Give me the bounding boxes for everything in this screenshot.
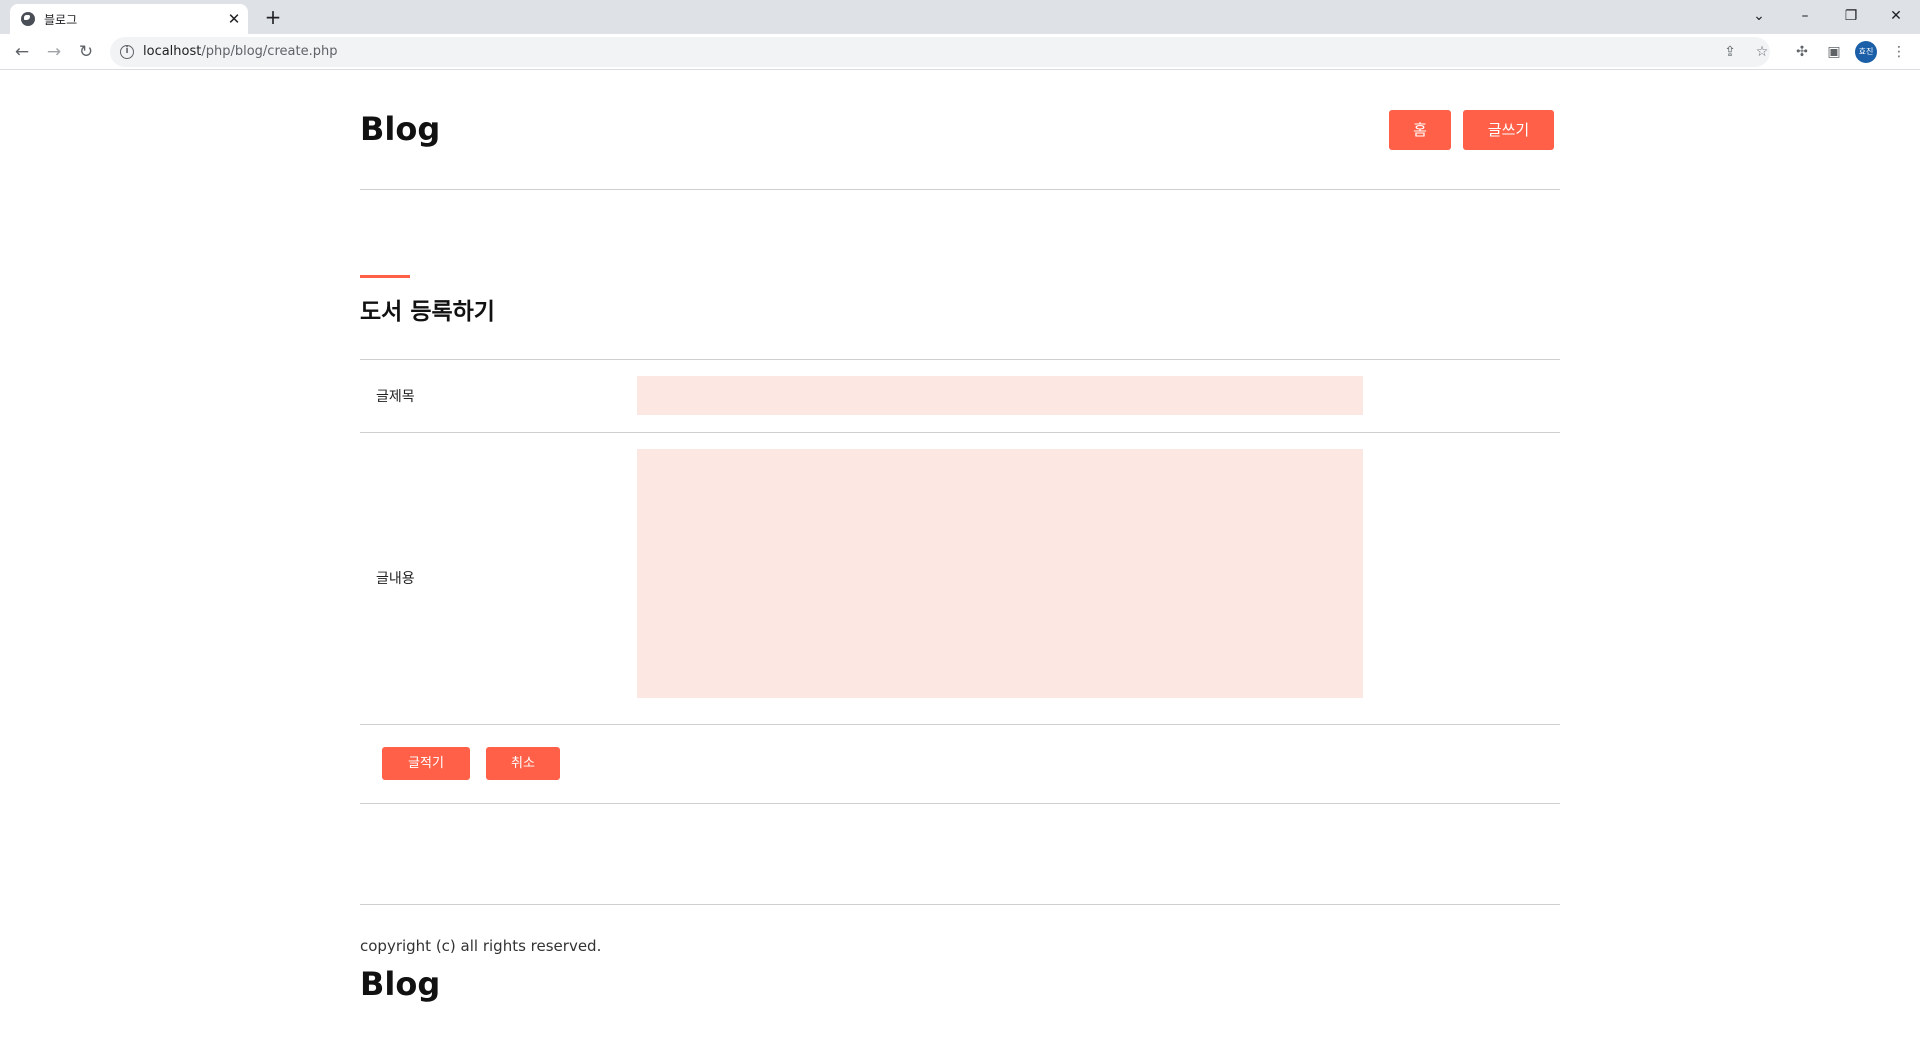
form-divider: [360, 724, 1560, 725]
section-accent-bar: [360, 275, 410, 278]
form-divider: [360, 803, 1560, 804]
content-label: 글내용: [376, 571, 415, 587]
url-text: localhost/php/blog/create.php: [143, 44, 337, 59]
tab-strip: 블로그 ✕ + ⌄ – ❐ ✕: [0, 0, 1920, 34]
tab-search-icon[interactable]: ⌄: [1743, 4, 1775, 28]
footer-logo: Blog: [360, 965, 441, 1003]
minimize-icon[interactable]: –: [1789, 4, 1821, 28]
home-button[interactable]: 홈: [1389, 110, 1451, 150]
extensions-icon[interactable]: ✣: [1791, 41, 1813, 63]
avatar[interactable]: 효진: [1855, 41, 1877, 63]
write-button[interactable]: 글쓰기: [1463, 110, 1554, 150]
share-icon[interactable]: ⇪: [1720, 42, 1740, 62]
info-icon[interactable]: i: [120, 45, 134, 59]
address-bar[interactable]: i localhost/php/blog/create.php ⇪ ☆: [110, 37, 1770, 67]
restore-icon[interactable]: ❐: [1835, 4, 1867, 28]
globe-icon: [21, 12, 35, 26]
site-header: Blog 홈 글쓰기: [360, 70, 1560, 190]
submit-button[interactable]: 글적기: [382, 747, 470, 780]
forward-icon[interactable]: →: [40, 39, 68, 65]
window-close-icon[interactable]: ✕: [1880, 4, 1912, 28]
url-host: localhost: [143, 44, 202, 59]
form-divider: [360, 359, 1560, 360]
title-input[interactable]: [637, 376, 1363, 415]
browser-toolbar: ← → ↻ i localhost/php/blog/create.php ⇪ …: [0, 34, 1920, 70]
page: Blog 홈 글쓰기 도서 등록하기 글제목 글내용 글적기 취소 copyri…: [360, 70, 1560, 1003]
side-panel-icon[interactable]: ▣: [1823, 41, 1845, 63]
footer-divider: [360, 904, 1560, 905]
content-textarea[interactable]: [637, 449, 1363, 698]
menu-icon[interactable]: ⋮: [1888, 41, 1910, 63]
reload-icon[interactable]: ↻: [72, 39, 100, 65]
section-title: 도서 등록하기: [360, 299, 495, 325]
close-icon[interactable]: ✕: [225, 10, 243, 28]
cancel-button[interactable]: 취소: [486, 747, 560, 780]
title-label: 글제목: [376, 389, 415, 405]
site-logo[interactable]: Blog: [360, 110, 440, 148]
url-path: /php/blog/create.php: [201, 44, 338, 59]
browser-tab[interactable]: 블로그 ✕: [10, 4, 248, 34]
star-icon[interactable]: ☆: [1752, 42, 1772, 62]
copyright-text: copyright (c) all rights reserved.: [360, 937, 602, 955]
tab-title: 블로그: [44, 13, 78, 27]
plus-icon[interactable]: +: [262, 6, 284, 28]
back-icon[interactable]: ←: [8, 39, 36, 65]
form-divider: [360, 432, 1560, 433]
